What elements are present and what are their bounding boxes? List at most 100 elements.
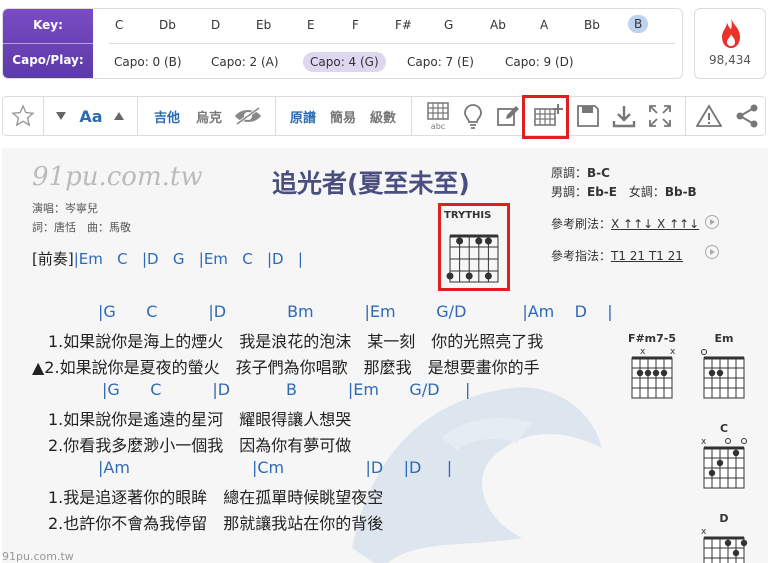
toolbar-divider	[137, 97, 138, 135]
toolbar-divider	[411, 97, 412, 135]
toolbar: Aa 吉他 烏克 原譜 簡易 級數 abc	[2, 96, 766, 136]
site-watermark-small: 91pu.com.tw	[2, 550, 74, 563]
triangle-up-icon	[114, 112, 124, 120]
key-panel: Key: Capo/Play: C Db D Eb E F F# G Ab A …	[2, 8, 683, 79]
view-count-box: 98,434	[694, 8, 766, 79]
simple-tab[interactable]: 簡易	[325, 97, 361, 135]
chord-diagram-c[interactable]: C x	[698, 422, 750, 494]
svg-text:x: x	[701, 437, 707, 447]
finger-play-button[interactable]	[705, 245, 719, 259]
chord-name: C	[719, 422, 729, 435]
chord-grid: x	[701, 437, 747, 489]
key-option-d[interactable]: D	[211, 17, 220, 33]
chord-name: Em	[714, 332, 734, 345]
edit-icon	[497, 106, 519, 126]
tips-button[interactable]	[459, 97, 487, 135]
lyric-line: ▲2.如果說你是夏夜的螢火 孩子們為你唱歌 那麼我 是想要畫你的手	[32, 358, 540, 377]
original-tab[interactable]: 原譜	[285, 97, 321, 135]
male-key-label: 男調：	[551, 185, 588, 199]
key-selector: C Db D Eb E F F# G Ab A Bb B	[93, 9, 682, 42]
favorite-button[interactable]	[3, 97, 43, 135]
lyric-line: 1.如果說你是海上的煙火 我是浪花的泡沫 某一刻 你的光照亮了我	[48, 332, 544, 351]
guitar-label: 吉他	[153, 110, 180, 126]
ukulele-label: 烏克	[195, 110, 222, 126]
chord-name: F#m7-5	[627, 332, 677, 345]
capo-option-7[interactable]: Capo: 7 (E)	[407, 54, 474, 70]
intro-line: [前奏]|Em C |D G |Em C |D |	[32, 248, 303, 269]
key-option-g[interactable]: G	[444, 17, 453, 33]
svg-text:x: x	[640, 347, 646, 357]
lightbulb-icon	[464, 104, 482, 129]
label-divider	[3, 43, 93, 44]
save-icon	[577, 105, 599, 127]
key-option-f[interactable]: F	[352, 17, 359, 33]
gender-keys: 男調：Eb-E 女調：Bb-B	[551, 183, 697, 200]
capo-label: Capo/Play:	[12, 53, 84, 67]
male-key-value: Eb-E	[587, 185, 617, 199]
key-option-eb[interactable]: Eb	[256, 17, 271, 33]
capo-option-9[interactable]: Capo: 9 (D)	[505, 54, 574, 70]
key-option-fsharp[interactable]: F#	[395, 17, 412, 33]
hide-chords-button[interactable]	[231, 97, 265, 135]
key-option-db[interactable]: Db	[159, 17, 176, 33]
key-option-ab[interactable]: Ab	[490, 17, 506, 33]
chord-grid: x x	[631, 347, 676, 399]
font-decrease-button[interactable]	[51, 97, 71, 135]
original-key: 原調：B-C	[551, 164, 610, 181]
key-option-e[interactable]: E	[307, 17, 315, 33]
ukulele-tab[interactable]: 烏克	[191, 97, 227, 135]
key-option-c[interactable]: C	[115, 17, 123, 33]
level-tab[interactable]: 級數	[365, 97, 401, 135]
fullscreen-button[interactable]	[645, 97, 675, 135]
download-icon	[612, 106, 636, 128]
strum-pattern: 參考刷法：X ↑↑↓ X ↑↑↓	[551, 215, 699, 232]
key-label: Key:	[33, 18, 63, 32]
original-key-value: B-C	[587, 166, 610, 180]
capo-option-4-selected[interactable]: Capo: 4 (G)	[303, 52, 386, 72]
warning-icon	[696, 104, 722, 127]
capo-option-2[interactable]: Capo: 2 (A)	[211, 54, 279, 70]
key-divider	[109, 43, 675, 44]
chord-diagram-em[interactable]: Em	[698, 332, 750, 404]
site-watermark: 91pu.com.tw	[32, 162, 203, 192]
chord-line: |G C |D B |Em G/D |	[102, 380, 471, 399]
capo-selector: Capo: 0 (B) Capo: 2 (A) Capo: 4 (G) Capo…	[93, 45, 682, 78]
intro-label: [前奏]	[32, 250, 74, 268]
eye-slash-icon	[235, 106, 261, 126]
key-option-bb[interactable]: Bb	[584, 17, 600, 33]
triangle-down-icon	[56, 112, 66, 120]
share-button[interactable]	[731, 97, 763, 135]
highlight-box-grid-button	[522, 95, 569, 139]
chord-diagram-d[interactable]: D x	[698, 512, 750, 563]
chord-chart-button[interactable]: abc	[421, 97, 455, 135]
save-button[interactable]	[573, 97, 603, 135]
strum-label: 參考刷法：	[551, 217, 612, 231]
strum-play-button[interactable]	[705, 215, 719, 229]
key-option-a[interactable]: A	[540, 17, 548, 33]
toolbar-divider	[275, 97, 276, 135]
chord-grid	[701, 349, 745, 399]
key-option-b-selected[interactable]: B	[628, 15, 649, 33]
report-button[interactable]	[693, 97, 725, 135]
credits-info: 詞：唐恬 曲：馬敬	[32, 221, 131, 234]
expand-icon	[649, 105, 671, 127]
chord-line: |Am |Cm |D |D |	[98, 458, 453, 477]
font-label: Aa	[79, 106, 103, 126]
capo-option-0[interactable]: Capo: 0 (B)	[114, 54, 182, 70]
edit-button[interactable]	[493, 97, 523, 135]
chord-diagram-fsharp-m7b5[interactable]: F#m7-5 x x	[626, 332, 678, 404]
view-count: 98,434	[709, 53, 751, 67]
finger-pattern: 參考指法：T1 21 T1 21	[551, 247, 683, 264]
font-increase-button[interactable]	[109, 97, 129, 135]
download-button[interactable]	[609, 97, 639, 135]
chord-grid: x	[701, 527, 748, 563]
finger-label: 參考指法：	[551, 249, 612, 263]
chord-sheet: 91pu.com.tw 91pu.com.tw 追光者(夏至未至) 演唱：岑寧兒…	[2, 148, 768, 563]
svg-text:x: x	[701, 527, 707, 537]
lyric-line: 1.我是追逐著你的眼眸 總在孤單時候眺望夜空	[48, 488, 384, 507]
female-key-label: 女調：	[628, 185, 665, 199]
guitar-tab[interactable]: 吉他	[149, 97, 185, 135]
star-icon	[11, 104, 35, 127]
strum-value: X ↑↑↓ X ↑↑↓	[611, 217, 700, 231]
simple-label: 簡易	[329, 110, 356, 126]
